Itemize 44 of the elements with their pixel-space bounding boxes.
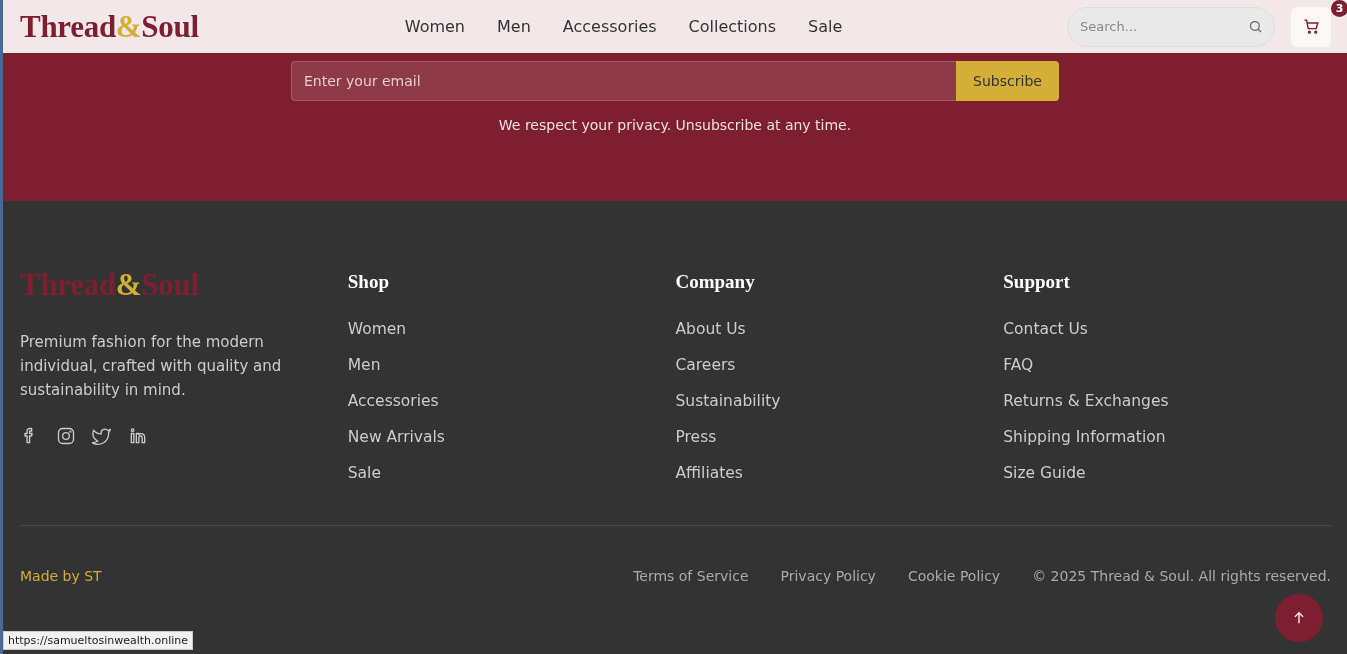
nav-link[interactable]: Sale <box>808 17 843 36</box>
footer-link[interactable]: About Us <box>675 320 746 338</box>
footer-link[interactable]: Men <box>347 356 381 374</box>
twitter-icon[interactable] <box>92 426 112 446</box>
footer-link[interactable]: Affiliates <box>675 464 743 482</box>
legal-link[interactable]: Cookie Policy <box>907 565 1001 587</box>
cart-icon <box>1302 18 1320 35</box>
nav-link[interactable]: Women <box>404 17 465 36</box>
footer-link[interactable]: New Arrivals <box>347 428 445 446</box>
linkedin-icon[interactable] <box>128 426 148 446</box>
search-icon <box>1248 18 1263 34</box>
brand-logo[interactable]: Thread&Soul <box>20 8 199 45</box>
footer-link[interactable]: Contact Us <box>1003 320 1088 338</box>
arrow-up-icon <box>1292 611 1306 625</box>
privacy-note: We respect your privacy. Unsubscribe at any time. <box>498 117 852 133</box>
legal-link[interactable]: Privacy Policy <box>780 565 876 587</box>
footer-link[interactable]: Returns & Exchanges <box>1003 392 1169 410</box>
footer-link[interactable]: Sustainability <box>675 392 781 410</box>
footer-link[interactable]: Press <box>675 428 717 446</box>
cart-count-badge: 3 <box>1331 0 1347 17</box>
column-heading: Company <box>675 271 756 293</box>
footer-link[interactable]: Sale <box>347 464 381 482</box>
search-field[interactable]: Search... <box>1067 6 1275 47</box>
subscribe-button[interactable]: Subscribe <box>956 61 1059 101</box>
footer-link[interactable]: Careers <box>675 356 736 374</box>
legal-link[interactable]: Terms of Service <box>633 565 749 587</box>
column-heading: Support <box>1003 271 1071 293</box>
footer-link[interactable]: FAQ <box>1003 356 1034 374</box>
nav-link[interactable]: Accessories <box>562 17 657 36</box>
nav-link[interactable]: Collections <box>688 17 777 36</box>
column-heading: Shop <box>347 271 390 293</box>
status-url: https://samueltosinwealth.online <box>3 631 194 650</box>
cart-button[interactable] <box>1291 6 1331 47</box>
copyright-text: © 2025 Thread & Soul. All rights reserved. <box>1032 568 1331 584</box>
nav-link[interactable]: Men <box>497 17 531 36</box>
brand-tagline: Premium fashion for the modern individual, crafted with quality and sustainability in mind. <box>20 332 283 401</box>
brand-logo[interactable]: Thread&Soul <box>20 267 199 303</box>
footer-link[interactable]: Women <box>347 320 407 338</box>
footer-link[interactable]: Accessories <box>347 392 439 410</box>
credit-text: Made by ST <box>20 568 102 584</box>
footer-link[interactable]: Size Guide <box>1003 464 1086 482</box>
footer-link[interactable]: Shipping Information <box>1003 428 1166 446</box>
email-field[interactable]: Enter your email <box>291 61 956 101</box>
instagram-icon[interactable] <box>56 426 76 446</box>
